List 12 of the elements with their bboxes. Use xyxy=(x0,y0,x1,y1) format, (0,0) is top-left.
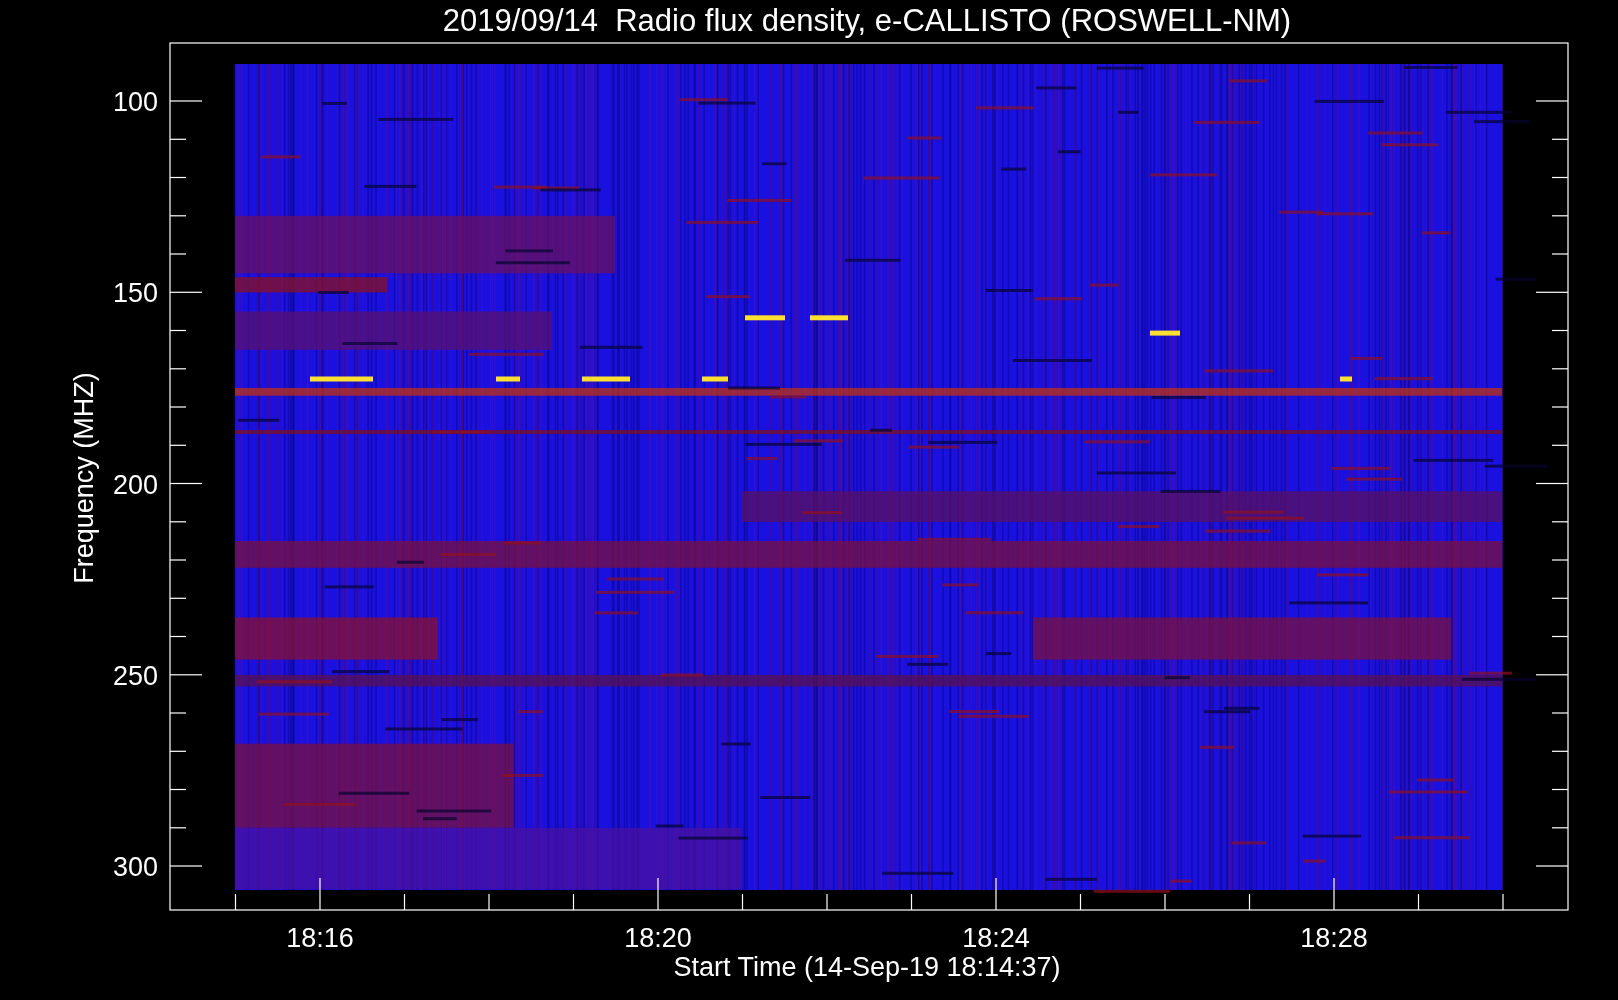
y-tick-label: 150 xyxy=(112,278,158,309)
x-tick-label: 18:28 xyxy=(1300,923,1368,953)
x-tick-label: 18:24 xyxy=(962,923,1030,953)
x-tick-label: 18:16 xyxy=(286,923,354,953)
y-tick-label: 250 xyxy=(112,660,158,691)
chart-title: 2019/09/14 Radio flux density, e-CALLISTO (ROSWELL-NM) xyxy=(442,3,1292,38)
x-axis-label: Start Time (14-Sep-19 18:14:37) xyxy=(673,952,1061,982)
y-tick-label: 300 xyxy=(112,852,158,882)
y-tick-label: 200 xyxy=(112,469,158,500)
y-tick-label: 100 xyxy=(112,87,158,117)
x-tick-label: 18:20 xyxy=(624,923,692,953)
y-axis-label: Frequency (MHZ) xyxy=(69,372,99,584)
